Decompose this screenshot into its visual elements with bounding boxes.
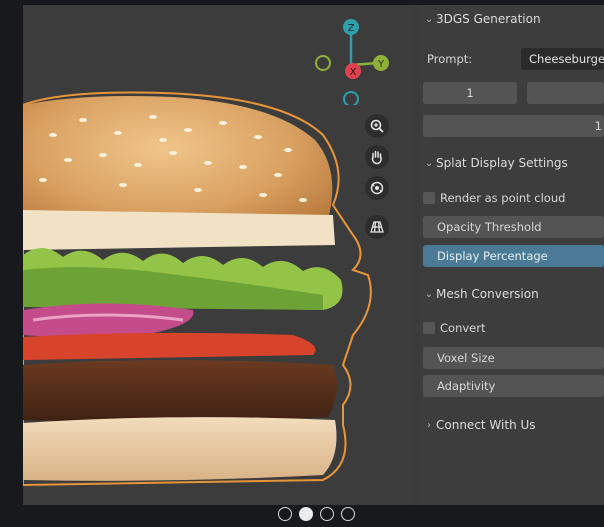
chevron-down-icon: ⌄ [424, 157, 434, 169]
wide-number-field[interactable]: 1 [423, 115, 604, 137]
section-splat-display-settings[interactable]: ⌄ Splat Display Settings [420, 152, 604, 174]
carousel-dot-2[interactable] [299, 507, 313, 521]
svg-text:X: X [350, 67, 357, 78]
adaptivity-slider[interactable]: Adaptivity [423, 375, 604, 397]
display-percentage-slider[interactable]: Display Percentage [423, 245, 604, 267]
negative-z-handle[interactable] [343, 91, 359, 105]
prompt-label: Prompt: [427, 52, 473, 66]
section-connect-with-us[interactable]: › Connect With Us [420, 414, 604, 436]
chevron-down-icon: ⌄ [424, 13, 434, 25]
pan-hand-icon[interactable] [365, 145, 389, 169]
svg-text:Y: Y [377, 59, 385, 70]
section-title: Connect With Us [436, 418, 536, 432]
camera-orbit-icon[interactable] [365, 176, 389, 200]
section-title: 3DGS Generation [436, 12, 541, 26]
negative-y-handle[interactable] [315, 55, 331, 71]
carousel-dot-4[interactable] [341, 507, 355, 521]
app-frame: Z Y X ⌄ 3DGS Generation Prompt: Cheesebu… [23, 5, 604, 505]
opacity-threshold-slider[interactable]: Opacity Threshold [423, 216, 604, 238]
section-mesh-conversion[interactable]: ⌄ Mesh Conversion [420, 283, 604, 305]
carousel-dots [278, 505, 355, 523]
carousel-dot-3[interactable] [320, 507, 334, 521]
point-cloud-checkbox[interactable] [423, 192, 435, 204]
navigation-gizmo[interactable]: Z Y X [313, 15, 393, 105]
section-title: Splat Display Settings [436, 156, 568, 170]
svg-text:Z: Z [348, 23, 355, 34]
section-3dgs-generation[interactable]: ⌄ 3DGS Generation [420, 8, 604, 30]
section-title: Mesh Conversion [436, 287, 539, 301]
number-field-1[interactable]: 1 [423, 82, 517, 104]
point-cloud-label: Render as point cloud [440, 191, 566, 205]
chevron-down-icon: ⌄ [424, 288, 434, 300]
convert-label: Convert [440, 321, 486, 335]
chevron-right-icon: › [427, 419, 431, 431]
sidebar-panel: ⌄ 3DGS Generation Prompt: Cheeseburger 1… [420, 5, 604, 505]
3d-viewport[interactable]: Z Y X [23, 5, 413, 505]
grid-view-icon[interactable] [365, 215, 389, 239]
convert-checkbox[interactable] [423, 322, 435, 334]
zoom-icon[interactable] [365, 114, 389, 138]
number-field-2[interactable] [527, 82, 604, 104]
carousel-dot-1[interactable] [278, 507, 292, 521]
voxel-size-slider[interactable]: Voxel Size [423, 347, 604, 369]
prompt-input[interactable]: Cheeseburger [521, 48, 604, 70]
